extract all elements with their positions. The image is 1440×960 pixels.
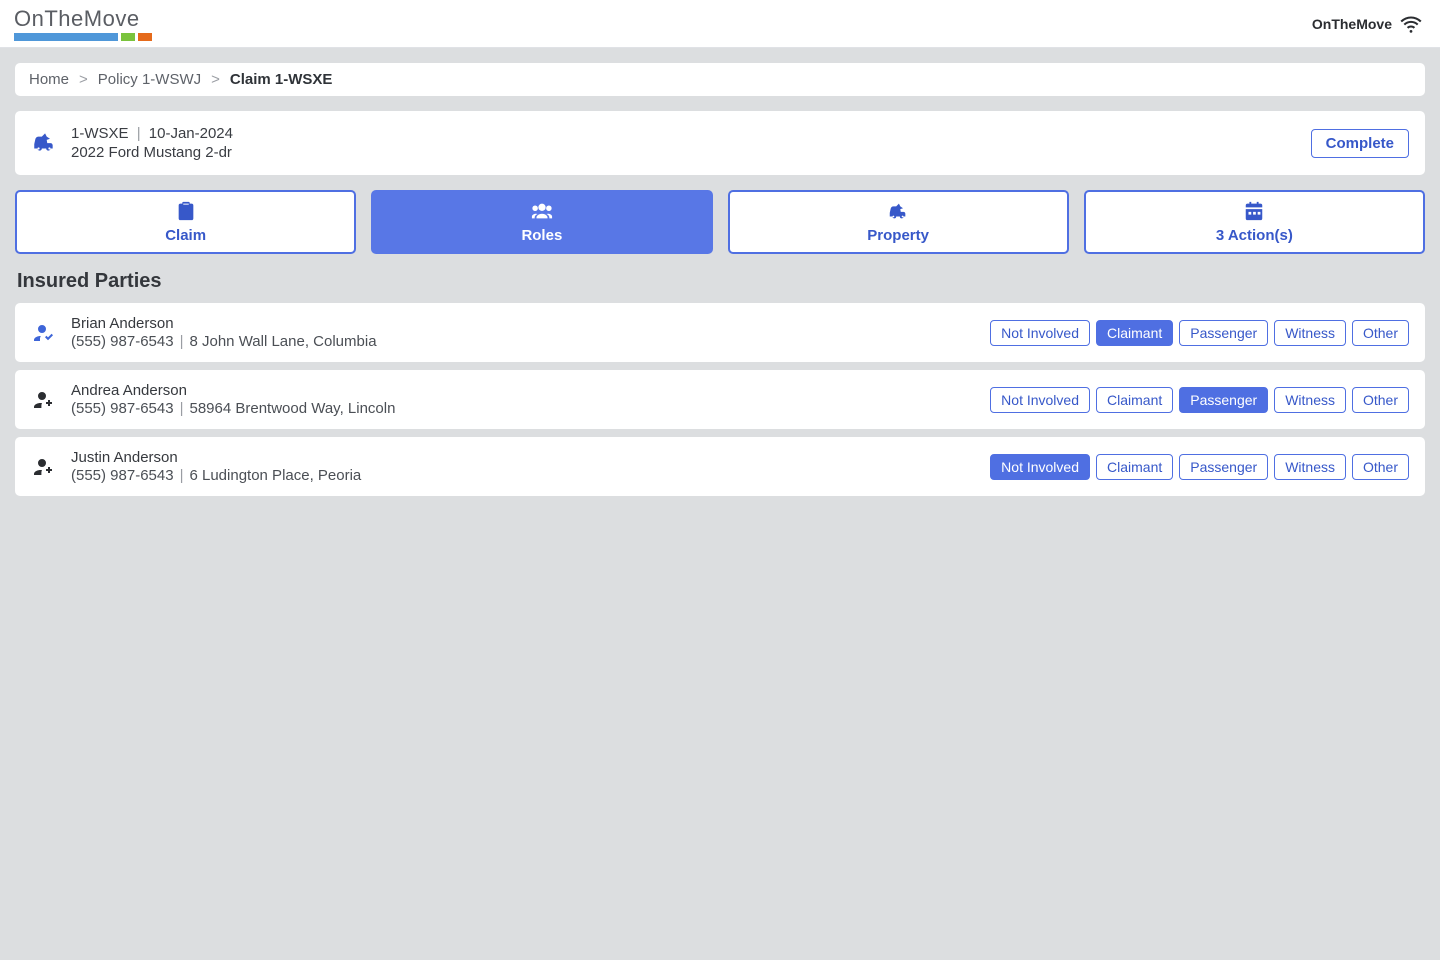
- party-phone: (555) 987-6543: [71, 467, 174, 484]
- chevron-right-icon: >: [79, 71, 88, 88]
- brand-name: OnTheMove: [14, 8, 152, 30]
- party-phone: (555) 987-6543: [71, 400, 174, 417]
- party-row: Brian Anderson(555) 987-6543 | 8 John Wall…: [15, 303, 1425, 362]
- party-address: 58964 Brentwood Way, Lincoln: [189, 400, 395, 417]
- tab-actions-label: 3 Action(s): [1216, 227, 1293, 244]
- breadcrumb-home[interactable]: Home: [29, 71, 69, 88]
- role-button-group: Not InvolvedClaimantPassengerWitnessOthe…: [990, 387, 1409, 413]
- party-row: Justin Anderson(555) 987-6543 | 6 Ludingto…: [15, 437, 1425, 496]
- tab-roles[interactable]: Roles: [371, 190, 712, 254]
- party-name: Justin Anderson: [71, 449, 361, 466]
- role-passenger-button[interactable]: Passenger: [1179, 320, 1268, 346]
- tab-property-label: Property: [867, 227, 929, 244]
- page: Home > Policy 1-WSWJ > Claim 1-WSXE 1-WS…: [0, 48, 1440, 519]
- tab-claim-label: Claim: [165, 227, 206, 244]
- tab-actions[interactable]: 3 Action(s): [1084, 190, 1425, 254]
- parties-list: Brian Anderson(555) 987-6543|8 John Wall…: [15, 303, 1425, 496]
- party-name: Andrea Anderson: [71, 382, 395, 399]
- tab-property[interactable]: Property: [728, 190, 1069, 254]
- role-other-button[interactable]: Other: [1352, 320, 1409, 346]
- role-not_involved-button[interactable]: Not Involved: [990, 454, 1090, 480]
- calendar-icon: [1243, 200, 1265, 225]
- divider: |: [180, 400, 184, 417]
- breadcrumb-policy[interactable]: Policy 1-WSWJ: [98, 71, 201, 88]
- tab-bar: Claim Roles Property 3 Action(s): [15, 190, 1425, 254]
- role-button-group: Not InvolvedClaimantPassengerWitnessOthe…: [990, 454, 1409, 480]
- role-claimant-button[interactable]: Claimant: [1096, 387, 1173, 413]
- role-passenger-button[interactable]: Passenger: [1179, 387, 1268, 413]
- connection-label: OnTheMove: [1312, 16, 1392, 32]
- role-other-button[interactable]: Other: [1352, 387, 1409, 413]
- claim-date: 10-Jan-2024: [149, 125, 233, 142]
- user-plus-icon: [31, 387, 57, 413]
- party-row: Andrea Anderson(555) 987-6543 | 58964 Bren…: [15, 370, 1425, 429]
- role-passenger-button[interactable]: Passenger: [1179, 454, 1268, 480]
- role-button-group: Not InvolvedClaimantPassengerWitnessOthe…: [990, 320, 1409, 346]
- breadcrumb: Home > Policy 1-WSWJ > Claim 1-WSXE: [15, 63, 1425, 96]
- claim-vehicle: 2022 Ford Mustang 2-dr: [71, 144, 233, 161]
- party-address: 6 Ludington Place, Peoria: [189, 467, 361, 484]
- role-not_involved-button[interactable]: Not Involved: [990, 387, 1090, 413]
- role-claimant-button[interactable]: Claimant: [1096, 454, 1173, 480]
- tab-claim[interactable]: Claim: [15, 190, 356, 254]
- role-claimant-button[interactable]: Claimant: [1096, 320, 1173, 346]
- party-phone: (555) 987-6543: [71, 333, 174, 350]
- party-name: Brian Anderson: [71, 315, 377, 332]
- tab-roles-label: Roles: [521, 227, 562, 244]
- brand-logo[interactable]: OnTheMove: [14, 6, 152, 41]
- claim-id: 1-WSXE: [71, 125, 129, 142]
- divider: |: [180, 333, 184, 350]
- car-collision-icon: [887, 200, 909, 225]
- party-address: 8 John Wall Lane, Columbia: [189, 333, 376, 350]
- complete-button[interactable]: Complete: [1311, 129, 1409, 158]
- user-check-icon: [31, 320, 57, 346]
- brand-bars: [14, 33, 152, 41]
- insured-parties-title: Insured Parties: [17, 270, 1425, 293]
- role-not_involved-button[interactable]: Not Involved: [990, 320, 1090, 346]
- breadcrumb-claim: Claim 1-WSXE: [230, 71, 333, 88]
- role-witness-button[interactable]: Witness: [1274, 387, 1346, 413]
- car-collision-icon: [31, 129, 57, 158]
- wifi-icon: [1400, 15, 1422, 33]
- role-other-button[interactable]: Other: [1352, 454, 1409, 480]
- topbar: OnTheMove OnTheMove: [0, 0, 1440, 48]
- user-plus-icon: [31, 454, 57, 480]
- role-witness-button[interactable]: Witness: [1274, 320, 1346, 346]
- chevron-right-icon: >: [211, 71, 220, 88]
- claim-summary-card: 1-WSXE | 10-Jan-2024 2022 Ford Mustang 2…: [15, 111, 1425, 175]
- divider: |: [180, 467, 184, 484]
- users-icon: [531, 200, 553, 225]
- clipboard-icon: [175, 200, 197, 225]
- connection-status: OnTheMove: [1312, 15, 1422, 33]
- role-witness-button[interactable]: Witness: [1274, 454, 1346, 480]
